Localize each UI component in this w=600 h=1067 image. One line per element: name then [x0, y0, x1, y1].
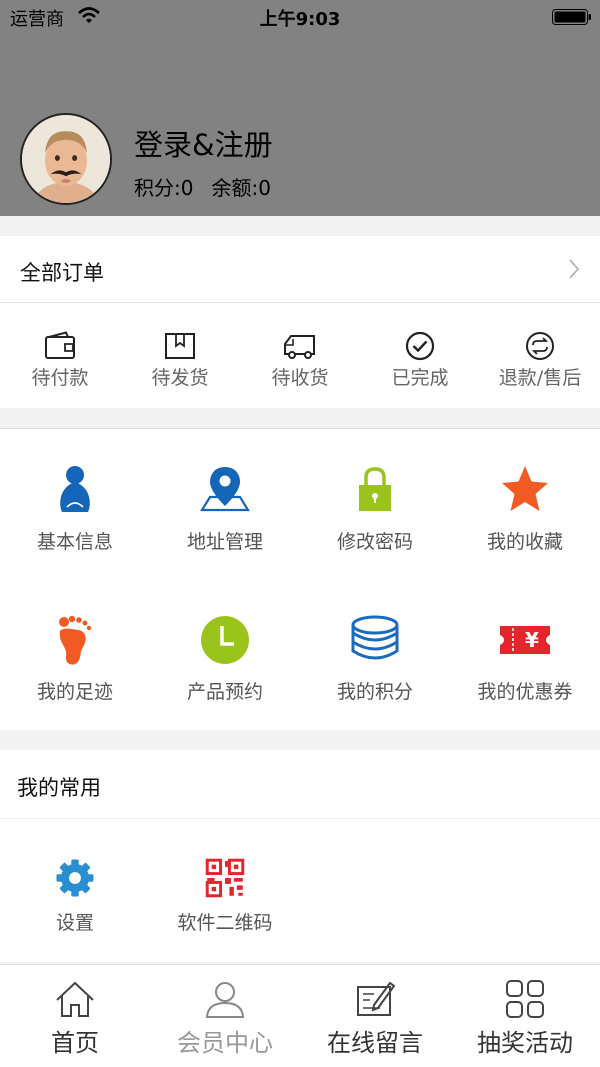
common-section: 我的常用 设置 软件二维码 — [0, 750, 600, 962]
grid-item-points[interactable]: 我的积分 — [300, 613, 450, 704]
gear-icon — [56, 859, 94, 897]
grid-item-label: 地址管理 — [186, 531, 263, 553]
feature-grid: 基本信息 地址管理 修改密码 我的收藏 我的足迹 产品预约 我的积分 ¥ 我的优… — [0, 428, 600, 730]
refund-icon — [526, 332, 554, 360]
grid-item-label: 基本信息 — [36, 531, 113, 553]
common-item-label: 软件二维码 — [177, 912, 273, 934]
tab-online-message[interactable]: 在线留言 — [300, 979, 450, 1058]
order-status-label: 退款/售后 — [498, 367, 582, 389]
tab-home[interactable]: 首页 — [0, 979, 150, 1058]
grid-item-label: 我的积分 — [336, 681, 413, 703]
avatar[interactable] — [20, 113, 112, 205]
wallet-icon — [45, 331, 75, 359]
star-icon — [502, 466, 548, 511]
tab-label: 抽奖活动 — [477, 1029, 573, 1057]
home-icon — [56, 981, 94, 1017]
baby-avatar-icon — [22, 115, 110, 203]
coupon-icon: ¥ — [500, 626, 550, 654]
grid-item-label: 我的足迹 — [36, 681, 113, 703]
grid-item-favorites[interactable]: 我的收藏 — [450, 463, 600, 554]
chevron-right-icon — [569, 259, 580, 279]
profile-header: 运营商 上午9:03 登录&注册 积分:0 余额:0 — [0, 0, 600, 216]
grid-item-basic-info[interactable]: 基本信息 — [0, 463, 150, 554]
grid-item-footprints[interactable]: 我的足迹 — [0, 613, 150, 704]
message-edit-icon — [357, 981, 396, 1016]
grid-item-reservation[interactable]: 产品预约 — [150, 613, 300, 704]
location-pin-icon — [200, 467, 250, 512]
package-icon — [165, 333, 195, 359]
grid-item-label: 产品预约 — [186, 681, 263, 703]
all-orders-label: 全部订单 — [20, 261, 104, 285]
login-register-link[interactable]: 登录&注册 — [134, 122, 273, 164]
orders-section: 全部订单 待付款 待发货 待收货 已完成 退款/售后 — [0, 236, 600, 408]
tab-label: 在线留言 — [327, 1029, 423, 1057]
qrcode-icon — [205, 858, 245, 898]
order-status-label: 待收货 — [271, 367, 329, 389]
person-icon — [60, 466, 90, 512]
lock-icon — [359, 467, 391, 511]
common-title: 我的常用 — [17, 776, 101, 800]
status-bar: 运营商 上午9:03 — [0, 0, 600, 34]
member-icon — [205, 982, 245, 1018]
order-status-label: 待发货 — [151, 367, 209, 389]
tab-label: 首页 — [51, 1029, 99, 1057]
order-status-completed[interactable]: 已完成 — [360, 331, 480, 401]
balance-value: 余额:0 — [211, 176, 271, 200]
check-circle-icon — [405, 331, 435, 361]
grid-item-label: 修改密码 — [336, 531, 413, 553]
account-stats: 积分:0 余额:0 — [134, 172, 271, 201]
grid-item-change-password[interactable]: 修改密码 — [300, 463, 450, 554]
footprint-icon — [59, 615, 92, 665]
order-status-label: 已完成 — [391, 367, 449, 389]
order-status-label: 待付款 — [31, 367, 89, 389]
grid-item-coupons[interactable]: ¥ 我的优惠券 — [450, 613, 600, 704]
points-value: 积分:0 — [134, 176, 194, 200]
common-item-app-qrcode[interactable]: 软件二维码 — [150, 858, 300, 935]
common-item-label: 设置 — [55, 912, 94, 934]
coins-stack-icon — [351, 615, 399, 660]
grid-item-address[interactable]: 地址管理 — [150, 463, 300, 554]
battery-icon — [552, 9, 591, 25]
status-time: 上午9:03 — [259, 9, 341, 30]
svg-text:¥: ¥ — [525, 628, 539, 652]
truck-icon — [284, 335, 315, 359]
bottom-tab-bar: 首页 会员中心 在线留言 抽奖活动 — [0, 964, 600, 1067]
tab-member-center[interactable]: 会员中心 — [150, 979, 300, 1058]
tab-label: 会员中心 — [177, 1029, 273, 1057]
order-status-pending-receipt[interactable]: 待收货 — [240, 331, 360, 401]
grid-item-label: 我的收藏 — [486, 531, 563, 553]
order-status-pending-payment[interactable]: 待付款 — [0, 331, 120, 401]
common-header: 我的常用 — [0, 750, 600, 819]
clock-icon — [201, 616, 249, 664]
all-orders-row[interactable]: 全部订单 — [0, 236, 600, 303]
tab-lottery[interactable]: 抽奖活动 — [450, 979, 600, 1058]
common-item-settings[interactable]: 设置 — [0, 858, 150, 935]
grid-item-label: 我的优惠券 — [477, 681, 573, 703]
grid-apps-icon — [506, 980, 544, 1018]
order-status-pending-shipment[interactable]: 待发货 — [120, 331, 240, 401]
order-status-refund[interactable]: 退款/售后 — [480, 331, 600, 401]
